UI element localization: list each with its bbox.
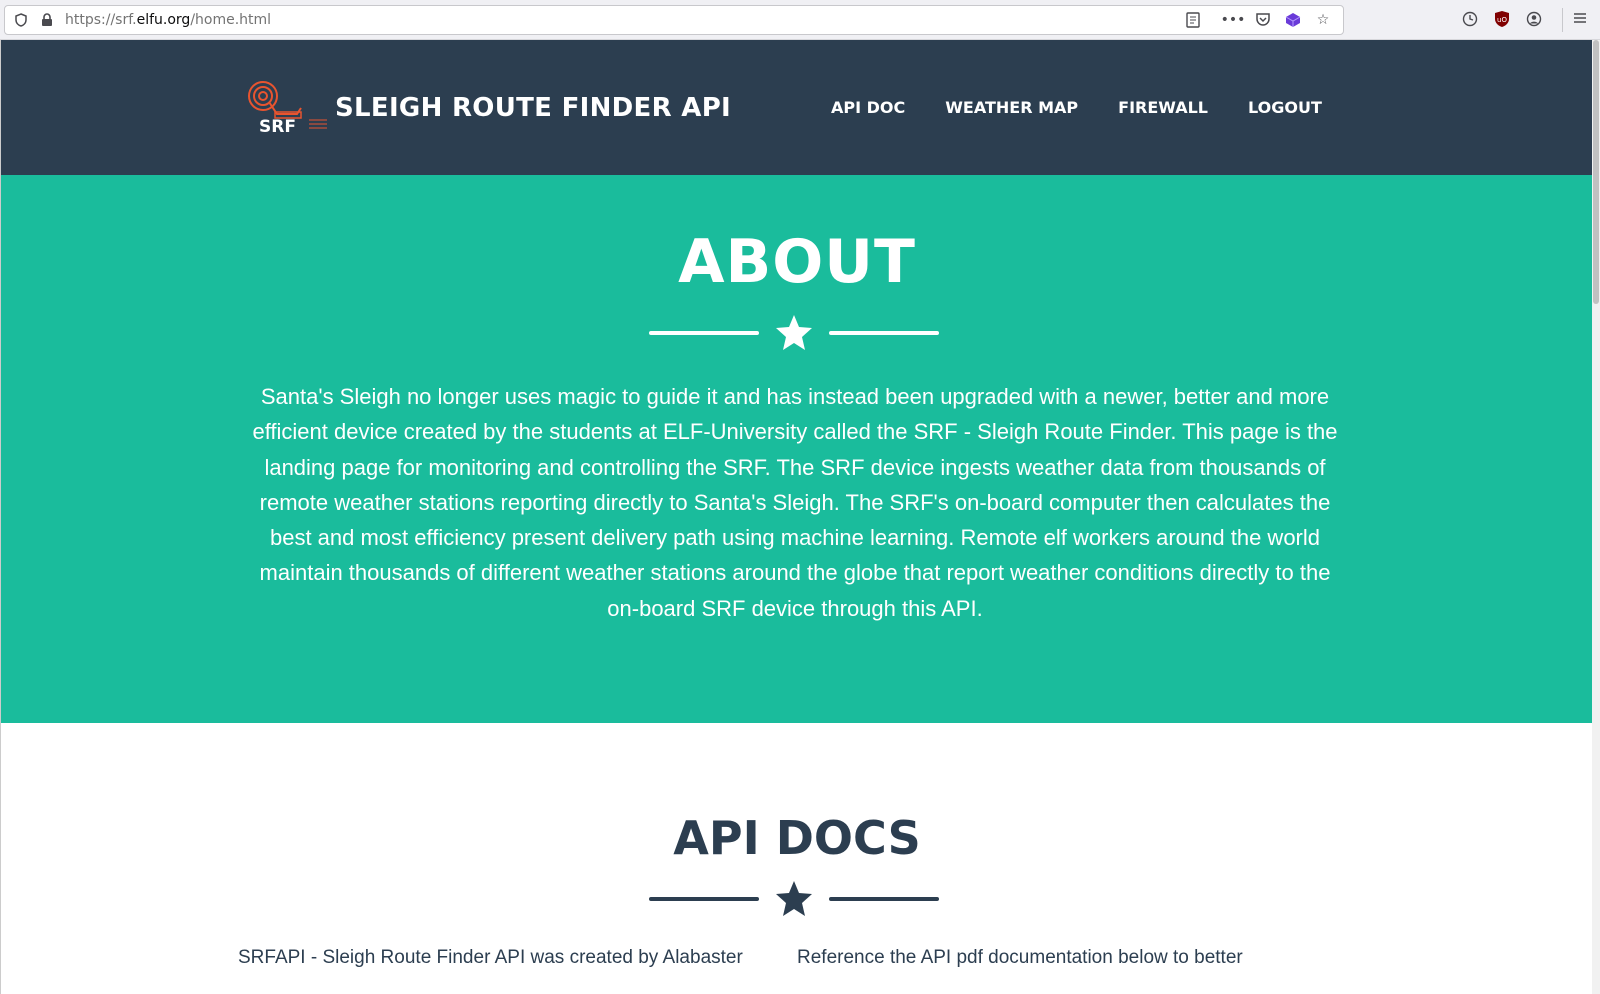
api-docs-right-text: Reference the API pdf documentation belo… — [797, 947, 1243, 968]
nav-link-api-doc[interactable]: API DOC — [831, 98, 905, 117]
srf-logo: SRF — [247, 78, 335, 138]
browser-toolbar: https://srf.elfu.org/home.html ••• ☆ uO — [0, 0, 1600, 40]
svg-text:uO: uO — [1497, 16, 1507, 24]
pocket-icon[interactable] — [1253, 10, 1273, 30]
reader-view-icon[interactable] — [1183, 10, 1203, 30]
about-section: ABOUT Santa's Sleigh no longer uses magi… — [1, 175, 1592, 723]
star-icon — [776, 881, 812, 916]
api-docs-section: API DOCS SRFAPI - Sleigh Route Finder AP… — [1, 723, 1592, 994]
api-docs-heading: API DOCS — [673, 811, 921, 865]
toolbar-separator — [1562, 8, 1563, 32]
url-bar[interactable]: https://srf.elfu.org/home.html ••• ☆ — [4, 5, 1344, 35]
main-nav: API DOC WEATHER MAP FIREWALL LOGOUT — [831, 98, 1362, 117]
about-divider — [649, 313, 939, 353]
ublock-icon[interactable]: uO — [1492, 8, 1512, 30]
about-body-text: Santa's Sleigh no longer uses magic to g… — [252, 384, 1338, 621]
page-actions-icon[interactable]: ••• — [1221, 10, 1246, 30]
url-text[interactable]: https://srf.elfu.org/home.html — [65, 12, 271, 28]
svg-text:SRF: SRF — [259, 117, 296, 137]
divider-line-right — [829, 897, 939, 901]
about-heading: ABOUT — [678, 227, 916, 297]
divider-line-left — [649, 331, 759, 335]
nav-link-logout[interactable]: LOGOUT — [1248, 98, 1322, 117]
api-docs-divider — [649, 879, 939, 919]
brand-link[interactable]: SRF SLEIGH ROUTE FINDER API — [247, 78, 731, 138]
extension-cube-icon[interactable] — [1283, 10, 1303, 30]
brand-title[interactable]: SLEIGH ROUTE FINDER API — [335, 93, 731, 123]
account-icon[interactable] — [1524, 8, 1544, 30]
page-viewport[interactable]: SRF SLEIGH ROUTE FINDER API API DOC WEAT… — [0, 40, 1592, 994]
divider-line-right — [829, 331, 939, 335]
menu-icon[interactable] — [1572, 10, 1592, 30]
shield-icon[interactable] — [11, 10, 31, 30]
divider-line-left — [649, 897, 759, 901]
api-docs-left-text: SRFAPI - Sleigh Route Finder API was cre… — [238, 947, 743, 968]
nav-link-firewall[interactable]: FIREWALL — [1118, 98, 1208, 117]
lock-icon[interactable] — [37, 10, 57, 30]
scrollbar-thumb[interactable] — [1593, 40, 1599, 304]
site-navbar: SRF SLEIGH ROUTE FINDER API API DOC WEAT… — [1, 40, 1592, 175]
star-icon — [776, 315, 812, 350]
bookmark-star-icon[interactable]: ☆ — [1313, 10, 1333, 30]
history-icon[interactable] — [1460, 8, 1480, 30]
nav-link-weather-map[interactable]: WEATHER MAP — [945, 98, 1078, 117]
page-scrollbar[interactable] — [1592, 40, 1600, 994]
